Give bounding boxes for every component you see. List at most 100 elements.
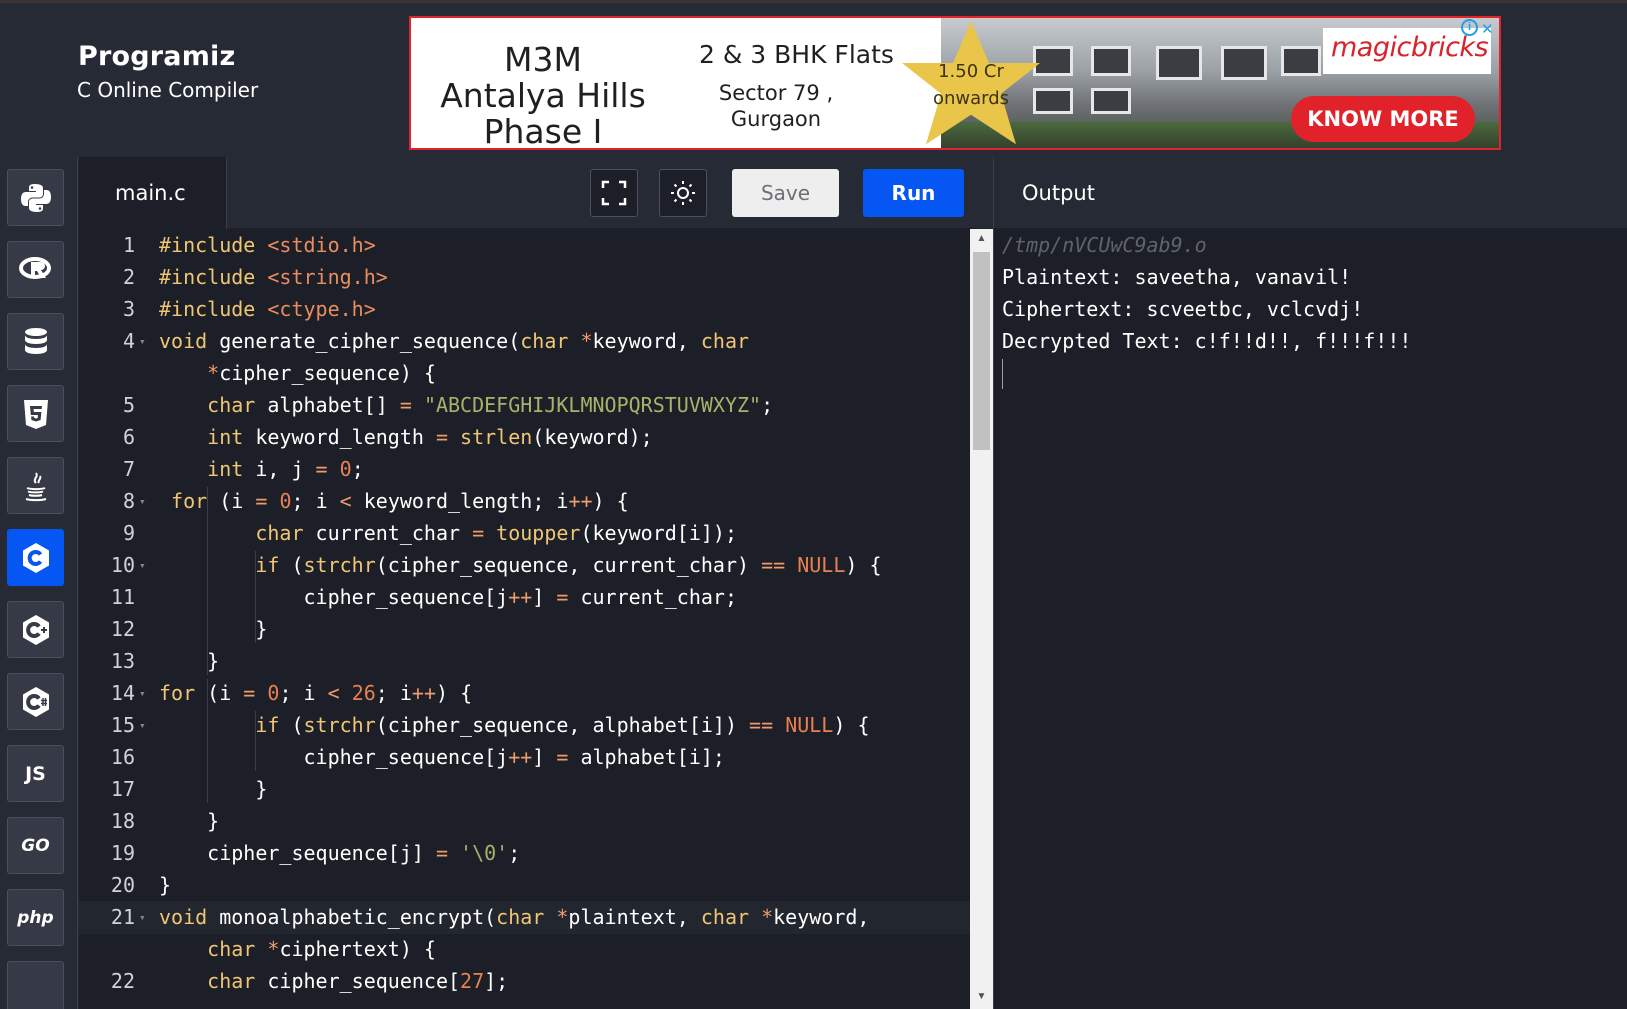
code-line[interactable]: 12 } [79,613,970,646]
code-line[interactable]: 3 #include <ctype.h> [79,293,970,326]
code-token: = [472,521,485,545]
code-line[interactable]: 15 ▾ if (strchr(cipher_sequence, alphabet… [79,709,970,742]
code-text: char alphabet[] = "ABCDEFGHIJKLMNOPQRSTU… [159,389,773,422]
code-token: for [171,489,208,513]
save-button[interactable]: Save [732,169,839,217]
fold-arrow-icon[interactable]: ▾ [139,485,146,518]
code-token: monoalphabetic_encrypt( [207,905,497,929]
code-token: #include [159,265,268,289]
output-path: /tmp/nVCUwC9ab9.o [1002,233,1207,257]
code-token: keyword_length; i [351,489,569,513]
code-token: cipher_sequence[j [159,585,509,609]
brand[interactable]: Programiz C Online Compiler [77,41,258,102]
code-line[interactable]: *cipher_sequence) { [79,357,970,390]
code-line[interactable]: char *ciphertext) { [79,933,970,966]
code-line[interactable]: 19 cipher_sequence[j] = '\0'; [79,837,970,870]
fold-arrow-icon[interactable]: ▾ [139,901,146,934]
advertisement-banner[interactable]: M3M Antalya Hills Phase I 2 & 3 BHK Flat… [409,16,1501,150]
code-line[interactable]: 5 char alphabet[] = "ABCDEFGHIJKLMNOPQRS… [79,389,970,422]
code-line[interactable]: 2 #include <string.h> [79,261,970,294]
fold-arrow-icon[interactable]: ▾ [139,549,146,582]
code-text: cipher_sequence[j++] = alphabet[i]; [159,741,725,774]
html-icon[interactable] [7,385,64,442]
run-button[interactable]: Run [863,169,964,217]
code-line[interactable]: 9 char current_char = toupper(keyword[i]… [79,517,970,550]
line-number: 9 [122,521,135,545]
sun-icon[interactable] [659,169,707,217]
code-line[interactable]: 13 } [79,645,970,678]
scroll-down-arrow-icon[interactable]: ▼ [970,987,993,1007]
csharp-icon[interactable] [7,673,64,730]
swift-icon[interactable] [7,961,64,1009]
go-icon[interactable]: GO [7,817,64,874]
code-line[interactable]: 6 int keyword_length = strlen(keyword); [79,421,970,454]
php-icon[interactable]: php [7,889,64,946]
line-number: 11 [110,585,135,609]
ad-price: 1.50 Cr onwards [932,61,1010,109]
code-token: ; [351,457,364,481]
code-token: ) { [833,713,870,737]
fullscreen-icon[interactable] [590,169,638,217]
code-line[interactable]: 20} [79,869,970,902]
fold-arrow-icon[interactable]: ▾ [139,709,146,742]
line-number: 20 [110,873,135,897]
line-number: 19 [110,841,135,865]
scrollbar-thumb[interactable] [973,252,990,450]
code-token: = [399,393,412,417]
code-token: 0 [279,489,292,513]
code-line[interactable]: 8 ▾ for (i = 0; i < keyword_length; i++) … [79,485,970,518]
indent-guide [207,679,209,803]
code-token: keyword, [592,329,701,353]
code-text: char current_char = toupper(keyword[i]); [159,517,737,550]
code-line[interactable]: 22 char cipher_sequence[27]; [79,965,970,998]
code-token: void [159,329,208,353]
code-token: = [315,457,328,481]
code-line[interactable]: 16 cipher_sequence[j++] = alphabet[i]; [79,741,970,774]
scroll-up-arrow-icon[interactable]: ▲ [970,229,993,249]
code-line[interactable]: 14 ▾ for (i = 0; i < 26; i++) { [79,677,970,710]
javascript-icon[interactable]: JS [7,745,64,802]
code-token: char [700,329,750,353]
code-line[interactable]: 10 ▾ if (strchr(cipher_sequence, current_… [79,549,970,582]
code-line[interactable]: 1 #include <stdio.h> [79,229,970,262]
output-console[interactable]: /tmp/nVCUwC9ab9.o Plaintext: saveetha, v… [993,229,1627,1009]
code-text: *cipher_sequence) { [159,357,436,390]
output-line: Plaintext: saveetha, vanavil! [1002,265,1352,289]
cpp-icon[interactable] [7,601,64,658]
code-text: int keyword_length = strlen(keyword); [159,421,653,454]
programiz-logo[interactable]: Programiz [78,41,258,72]
java-icon[interactable] [7,457,64,514]
code-line[interactable]: 11 cipher_sequence[j++] = current_char; [79,581,970,614]
tab-main-c[interactable]: main.c [79,157,227,229]
line-number: 16 [110,745,135,769]
code-line[interactable]: 7 int i, j = 0; [79,453,970,486]
know-more-button[interactable]: KNOW MORE [1291,96,1475,142]
code-token: = [243,681,256,705]
code-line[interactable]: 17 } [79,773,970,806]
fold-arrow-icon[interactable]: ▾ [139,677,146,710]
python-icon[interactable] [7,169,64,226]
r-icon[interactable] [7,241,64,298]
code-editor[interactable]: 1 #include <stdio.h> 2 #include <string.h> 3… [79,229,970,1009]
code-line[interactable]: 21 ▾ void monoalphabetic_encrypt(char *pla… [79,901,970,934]
fold-arrow-icon[interactable]: ▾ [139,325,146,358]
sql-icon[interactable] [7,313,64,370]
code-line[interactable]: 18 } [79,805,970,838]
code-text: if (strchr(cipher_sequence, alphabet[i])… [159,709,869,742]
code-line[interactable]: 4 ▾ void generate_cipher_sequence(char *ke… [79,325,970,358]
close-icon[interactable]: ✕ [1481,20,1494,38]
code-token: current_char [303,521,473,545]
c-icon[interactable] [7,529,64,586]
code-text: #include <stdio.h> [159,229,376,262]
info-icon[interactable]: i [1461,19,1478,36]
